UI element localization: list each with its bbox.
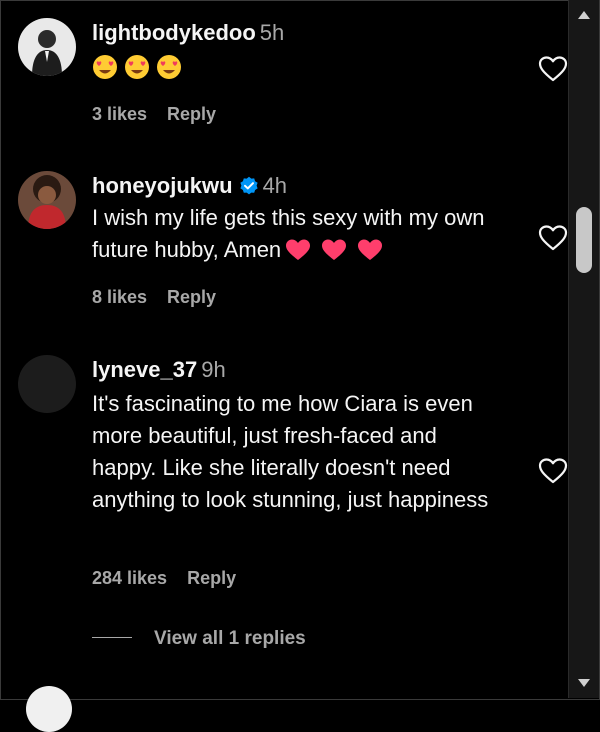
heart-emoji-icon: [286, 239, 311, 260]
heart-eyes-emoji-icon: [157, 55, 181, 79]
heart-emoji-icon: [358, 239, 383, 260]
like-heart-icon[interactable]: [538, 55, 568, 83]
comment-time: 5h: [259, 20, 285, 45]
avatar[interactable]: [18, 171, 76, 229]
comment-time: 4h: [262, 173, 288, 198]
scroll-down-arrow-icon[interactable]: [575, 674, 593, 692]
avatar[interactable]: [18, 355, 76, 413]
reply-button[interactable]: Reply: [167, 104, 216, 124]
scrollbar-thumb[interactable]: [576, 207, 592, 273]
comment-item: lightbodykedoo 5h 3 likes Reply: [18, 18, 568, 138]
heart-emoji-icon: [322, 239, 347, 260]
heart-eyes-emoji-icon: [93, 55, 117, 79]
verified-badge-icon: [239, 176, 258, 195]
comment-username[interactable]: lightbodykedoo: [92, 20, 256, 45]
comment-username[interactable]: lyneve_37: [92, 357, 197, 382]
view-replies-label: View all 1 replies: [154, 628, 306, 649]
avatar[interactable]: [18, 18, 76, 76]
comment-text: It's fascinating to me how Ciara is even…: [92, 391, 489, 512]
scrollbar[interactable]: [568, 0, 599, 698]
comment-item: lyneve_37 9h It's fascinating to me how C…: [18, 355, 568, 605]
likes-count[interactable]: 284 likes: [92, 568, 167, 588]
comment-time: 9h: [201, 357, 226, 382]
scroll-up-arrow-icon[interactable]: [575, 6, 593, 24]
comment-item: honeyojukwu 4h I wish my life gets this s…: [18, 171, 568, 311]
comment-text: [92, 52, 512, 84]
like-heart-icon[interactable]: [538, 457, 568, 485]
view-replies-button[interactable]: View all 1 replies: [92, 628, 306, 650]
likes-count[interactable]: 8 likes: [92, 287, 147, 307]
heart-eyes-emoji-icon: [125, 55, 149, 79]
likes-count[interactable]: 3 likes: [92, 104, 147, 124]
reply-button[interactable]: Reply: [167, 287, 216, 307]
reply-button[interactable]: Reply: [187, 568, 236, 588]
like-heart-icon[interactable]: [538, 224, 568, 252]
avatar[interactable]: [26, 686, 72, 732]
comment-username[interactable]: honeyojukwu: [92, 173, 233, 198]
divider-line: [92, 637, 132, 638]
